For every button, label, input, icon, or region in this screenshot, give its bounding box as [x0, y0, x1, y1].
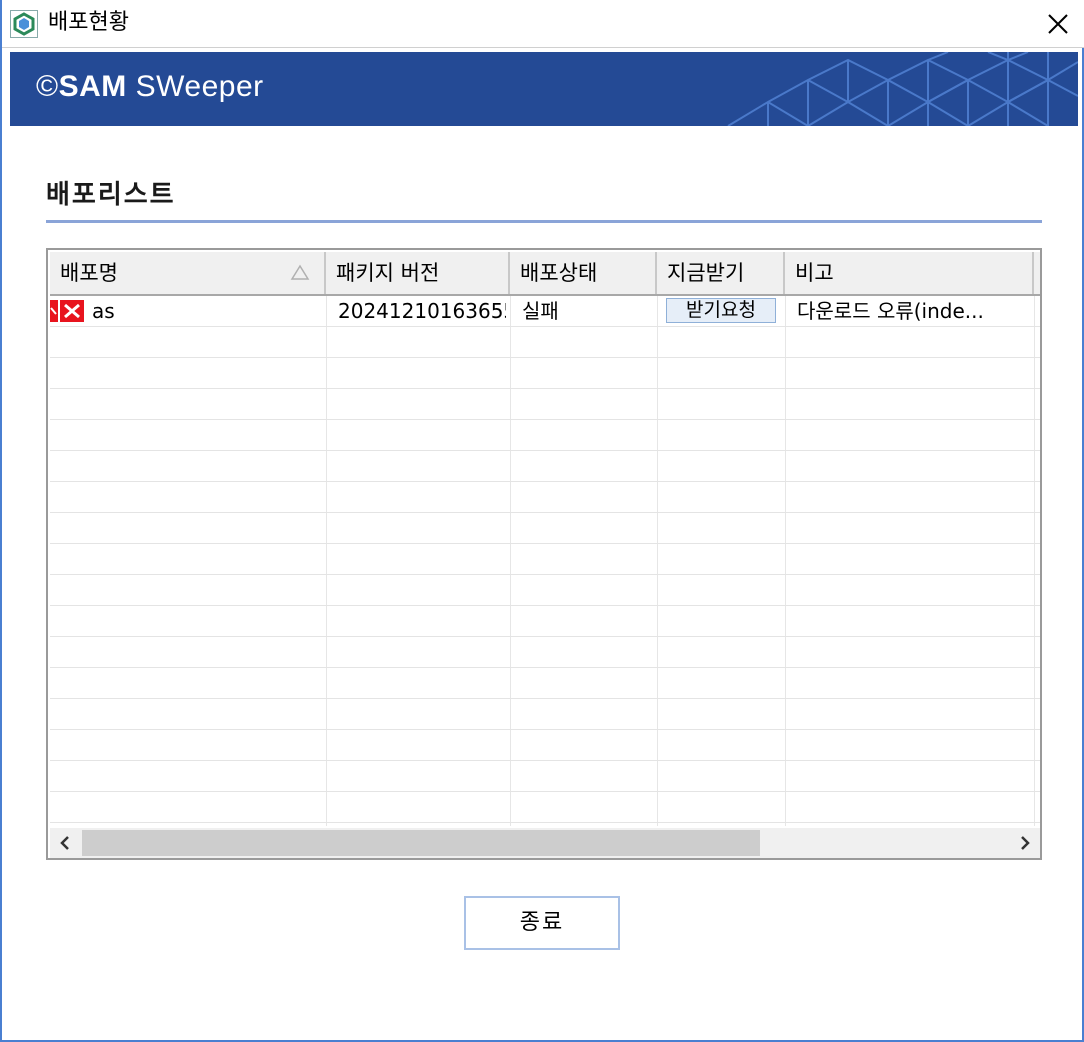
close-icon [1048, 14, 1068, 34]
app-icon [10, 10, 38, 38]
scroll-left-button[interactable] [50, 828, 80, 858]
table-row [50, 699, 1040, 730]
table-row [50, 730, 1040, 761]
table-row [50, 575, 1040, 606]
cell-name: as [92, 299, 115, 323]
column-header-label: 배포명 [60, 261, 118, 285]
chevron-right-icon [1021, 836, 1030, 850]
download-request-button[interactable]: 받기요청 [666, 298, 776, 323]
table-row [50, 389, 1040, 420]
window-title: 배포현황 [48, 10, 129, 35]
column-header-status[interactable]: 배포상태 [510, 252, 657, 294]
table-row [50, 420, 1040, 451]
table-row [50, 606, 1040, 637]
table-row [50, 761, 1040, 792]
section-title: 배포리스트 [46, 180, 176, 210]
cell-note: 다운로드 오류(inde... [797, 299, 984, 323]
table-row [50, 544, 1040, 575]
table-row [50, 451, 1040, 482]
scroll-thumb[interactable] [82, 830, 760, 856]
table-row [50, 792, 1040, 823]
copyright-symbol: © [36, 70, 59, 103]
brand-banner: ©SAM SWeeper [10, 52, 1078, 126]
grid-body: as 20241210163655 실패 받기요청 다운로드 오류(inde..… [50, 296, 1040, 826]
column-header-label: 지금받기 [667, 261, 745, 285]
grid-header: 배포명 패키지 버전 배포상태 지금받기 비고 [50, 252, 1040, 296]
table-row[interactable]: as 20241210163655 실패 받기요청 다운로드 오류(inde..… [50, 296, 1040, 327]
close-button[interactable]: 종료 [464, 896, 620, 950]
column-header-download[interactable]: 지금받기 [657, 252, 785, 294]
deployment-grid[interactable]: 배포명 패키지 버전 배포상태 지금받기 비고 as 2024121016365… [46, 248, 1042, 860]
title-bar[interactable]: 배포현황 [2, 0, 1084, 48]
logo-light-text: SWeeper [126, 70, 264, 103]
horizontal-scrollbar[interactable] [50, 828, 1040, 858]
table-row [50, 358, 1040, 389]
column-header-note[interactable]: 비고 [785, 252, 1034, 294]
column-header-version[interactable]: 패키지 버전 [326, 252, 510, 294]
dialog-content: 배포리스트 배포명 패키지 버전 배포상태 지금받기 비고 as 2024121… [10, 126, 1078, 1034]
brand-logo: ©SAM SWeeper [36, 70, 264, 104]
column-header-label: 배포상태 [520, 261, 598, 285]
cell-version: 20241210163655 [338, 299, 506, 323]
logo-bold-text: SAM [58, 70, 127, 103]
table-row [50, 637, 1040, 668]
section-divider [46, 220, 1042, 223]
chevron-left-icon [60, 836, 69, 850]
banner-cube-pattern [727, 52, 1078, 126]
table-row [50, 327, 1040, 358]
scroll-right-button[interactable] [1010, 828, 1040, 858]
table-row [50, 668, 1040, 699]
sort-ascending-icon [290, 264, 310, 280]
cell-status: 실패 [522, 299, 559, 323]
column-header-name[interactable]: 배포명 [50, 252, 326, 294]
column-header-label: 비고 [795, 261, 834, 285]
dialog-window: 배포현황 ©SAM SWeeper 배포리스트 배포명 패키지 버전 배포상태 … [0, 0, 1084, 1042]
column-header-label: 패키지 버전 [336, 261, 440, 285]
table-row [50, 513, 1040, 544]
close-window-button[interactable] [1030, 0, 1084, 48]
error-x-icon [50, 300, 84, 322]
table-row [50, 482, 1040, 513]
